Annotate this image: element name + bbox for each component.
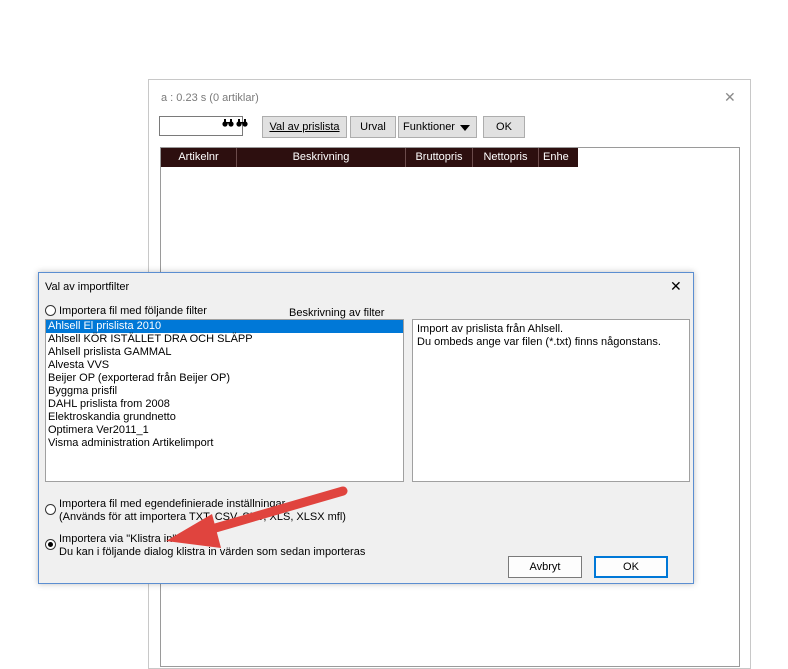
annotation-arrow-icon [166,486,348,548]
